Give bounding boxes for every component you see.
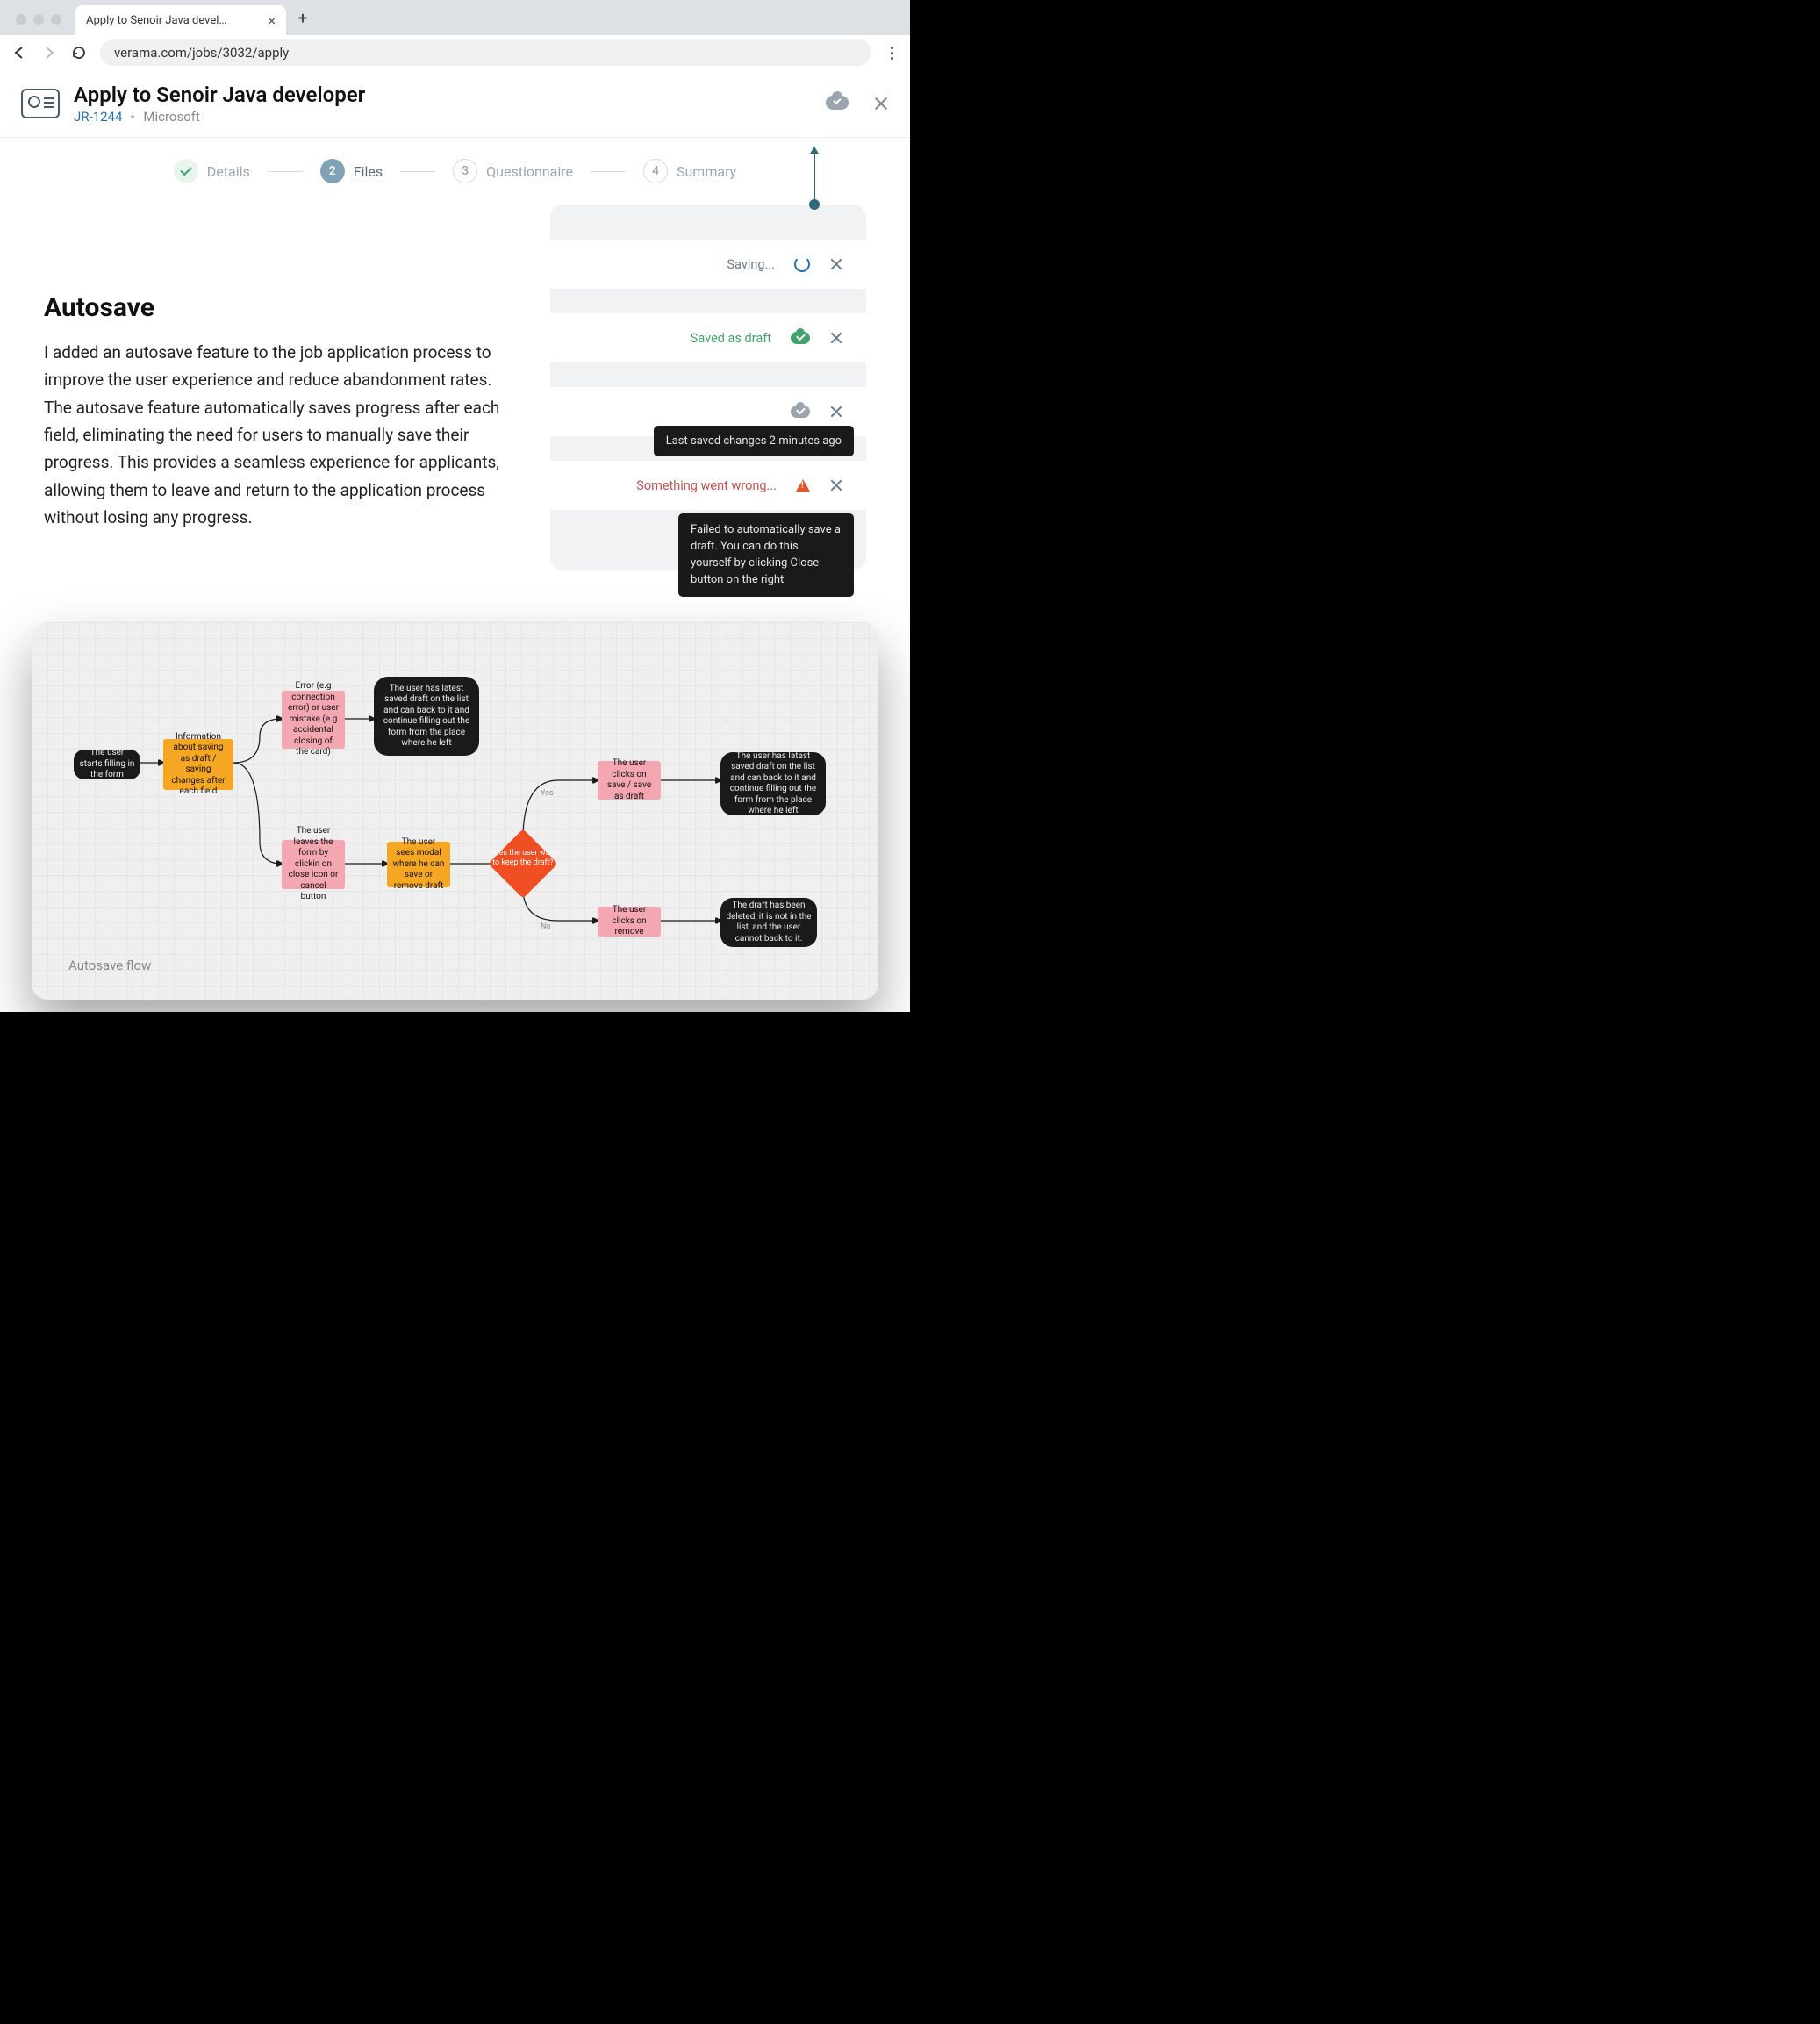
browser-chrome: Apply to Senoir Java developer × + veram…	[0, 0, 910, 70]
flow-node: The user sees modal where he can save or…	[387, 842, 450, 887]
arrow-up-icon	[810, 147, 819, 154]
browser-menu-button[interactable]	[884, 47, 899, 60]
status-text: Saving...	[727, 257, 775, 272]
traffic-minimize[interactable]	[33, 14, 44, 25]
spinner-icon	[794, 256, 810, 272]
flow-decision-label: Does the user want to keep the draft?	[488, 849, 558, 868]
profile-card-icon	[21, 89, 60, 118]
step-number: 3	[453, 159, 477, 183]
window-controls	[9, 14, 68, 35]
warning-icon	[796, 479, 810, 492]
status-error: Something went wrong...	[550, 461, 866, 510]
close-icon[interactable]	[829, 330, 845, 346]
url-text: verama.com/jobs/3032/apply	[114, 45, 289, 61]
step-connector	[591, 171, 626, 172]
step-files[interactable]: 2 Files	[320, 159, 383, 183]
traffic-close[interactable]	[16, 14, 26, 25]
step-number: 2	[320, 159, 345, 183]
nav-back-button[interactable]	[11, 44, 28, 61]
status-panel: Saving... Saved as draft Last saved chan…	[550, 205, 866, 570]
flow-node: Error (e.g connection error) or user mis…	[282, 691, 345, 749]
flow-node: The user starts filling in the form	[74, 750, 140, 779]
tooltip-error: Failed to automatically save a draft. Yo…	[678, 513, 854, 597]
close-icon[interactable]	[829, 256, 845, 272]
flow-node: The user leaves the form by clickin on c…	[282, 840, 345, 889]
page-title: Apply to Senoir Java developer	[74, 83, 826, 107]
new-tab-button[interactable]: +	[286, 10, 319, 35]
status-saved: Saved as draft	[550, 313, 866, 362]
flow-caption: Autosave flow	[68, 958, 151, 973]
flow-node: The user clicks on remove	[598, 907, 661, 937]
close-button[interactable]	[873, 96, 889, 111]
app-header: Apply to Senoir Java developer JR-1244 M…	[0, 70, 910, 138]
job-id-link[interactable]: JR-1244	[74, 109, 122, 125]
step-number: 4	[643, 159, 668, 183]
tooltip-last-saved: Last saved changes 2 minutes ago	[654, 426, 854, 456]
flow-node: The user clicks on save / save as draft	[598, 761, 661, 800]
close-icon[interactable]	[829, 404, 845, 420]
flow-edge-label: Yes	[541, 789, 554, 798]
nav-forward-button[interactable]	[40, 44, 58, 61]
url-bar[interactable]: verama.com/jobs/3032/apply	[100, 39, 871, 66]
browser-tab[interactable]: Apply to Senoir Java developer ×	[75, 5, 286, 35]
flow-node: The user has latest saved draft on the l…	[720, 752, 826, 815]
cloud-check-icon	[791, 406, 810, 418]
flowchart: The user starts filling in the form Info…	[32, 622, 878, 1000]
step-label: Details	[207, 163, 250, 180]
connector-dot	[809, 199, 820, 210]
section-body: I added an autosave feature to the job a…	[44, 339, 515, 531]
step-connector	[400, 171, 435, 172]
step-label: Summary	[677, 163, 736, 180]
traffic-maximize[interactable]	[51, 14, 61, 25]
step-label: Files	[354, 163, 383, 180]
flow-node: The user has latest saved draft on the l…	[374, 677, 479, 756]
check-icon	[180, 164, 191, 176]
step-details[interactable]: Details	[174, 159, 250, 183]
status-text: Saved as draft	[691, 331, 771, 346]
section-title: Autosave	[44, 292, 515, 323]
tab-close-icon[interactable]: ×	[268, 12, 276, 29]
autosave-cloud-icon[interactable]	[826, 96, 849, 111]
step-connector	[268, 171, 303, 172]
flow-node: The draft has been deleted, it is not in…	[720, 898, 817, 947]
reload-button[interactable]	[70, 44, 88, 61]
tab-title: Apply to Senoir Java developer	[86, 14, 233, 27]
step-summary[interactable]: 4 Summary	[643, 159, 736, 183]
status-text: Something went wrong...	[636, 478, 777, 493]
cloud-check-icon	[791, 332, 810, 344]
separator-dot	[131, 115, 134, 118]
stepper: Details 2 Files 3 Questionnaire 4 Summar…	[0, 138, 910, 205]
step-questionnaire[interactable]: 3 Questionnaire	[453, 159, 573, 183]
flow-edge-label: No	[541, 922, 551, 931]
step-label: Questionnaire	[486, 163, 573, 180]
flow-node: Information about saving as draft / savi…	[163, 739, 233, 790]
status-saving: Saving...	[550, 240, 866, 289]
close-icon[interactable]	[829, 477, 845, 493]
company-name: Microsoft	[143, 109, 200, 125]
